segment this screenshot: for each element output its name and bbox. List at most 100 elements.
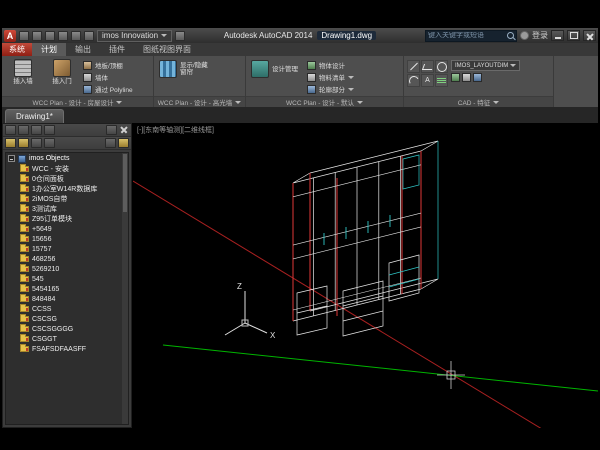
folder-icon bbox=[20, 186, 29, 192]
open-file-icon[interactable] bbox=[32, 31, 42, 41]
search-box[interactable] bbox=[425, 30, 517, 42]
save-icon[interactable] bbox=[45, 31, 55, 41]
via-polyline-button[interactable]: 通过 Polyline bbox=[83, 84, 133, 94]
tree-item[interactable]: 848484 bbox=[6, 294, 128, 304]
curtain-icon bbox=[159, 60, 177, 78]
viewport-controls[interactable]: [-][东南等轴测][二维线框] bbox=[137, 125, 214, 135]
tree-list: WCC - 安装0仓间面板1办公室W14R数据库2iMOS自带3测试库Z95订单… bbox=[6, 164, 128, 354]
app-menu-button[interactable]: A bbox=[4, 30, 16, 42]
undo-icon[interactable] bbox=[71, 31, 81, 41]
tree-root[interactable]: imos Objects bbox=[6, 153, 128, 164]
tree-item[interactable]: 3测试库 bbox=[6, 204, 128, 214]
tree-item[interactable]: 2iMOS自带 bbox=[6, 194, 128, 204]
search-tree-icon[interactable] bbox=[118, 138, 129, 148]
text-tool[interactable]: A bbox=[421, 74, 434, 87]
tree-item[interactable]: 468256 bbox=[6, 254, 128, 264]
sort-icon[interactable] bbox=[105, 138, 116, 148]
panel-caption[interactable]: WCC Plan - 设计 - 高光墙 bbox=[154, 96, 245, 107]
tab-system[interactable]: 系统 bbox=[2, 43, 32, 56]
profile-section-button[interactable]: 轮廓部分 bbox=[307, 84, 354, 94]
bom-button[interactable]: 物料清单 bbox=[307, 72, 354, 82]
tree-item[interactable]: 0仓间面板 bbox=[6, 174, 128, 184]
wall-body-button[interactable]: 墙体 bbox=[83, 72, 133, 82]
line-tool[interactable] bbox=[407, 60, 420, 73]
area-icon[interactable] bbox=[462, 73, 471, 82]
workspace-label: imos Innovation bbox=[102, 31, 158, 40]
palette-new-icon[interactable] bbox=[5, 125, 16, 135]
panel-caption[interactable]: WCC Plan - 设计 - 房屋设计 bbox=[2, 96, 153, 107]
redo-icon[interactable] bbox=[84, 31, 94, 41]
detail-view-icon[interactable] bbox=[31, 138, 42, 148]
crosshair bbox=[437, 361, 465, 389]
minimize-button[interactable] bbox=[551, 30, 564, 41]
search-icon[interactable] bbox=[507, 32, 514, 39]
new-file-icon[interactable] bbox=[19, 31, 29, 41]
panel-caption[interactable]: CAD - 特征 bbox=[404, 96, 553, 107]
floor-ceiling-button[interactable]: 地板/顶棚 bbox=[83, 60, 133, 70]
folder-view-icon[interactable] bbox=[5, 138, 16, 148]
angle-icon[interactable] bbox=[473, 73, 482, 82]
maximize-button[interactable] bbox=[567, 30, 580, 41]
tab-plugins[interactable]: 插件 bbox=[100, 43, 134, 56]
tab-plan[interactable]: 计划 bbox=[32, 43, 66, 56]
insert-wall-button[interactable]: 插入墙 bbox=[5, 58, 41, 85]
workspace-switcher[interactable]: imos Innovation bbox=[97, 30, 172, 42]
dimension-tool[interactable] bbox=[435, 74, 448, 87]
tree-item[interactable]: 1办公室W14R数据库 bbox=[6, 184, 128, 194]
print-icon[interactable] bbox=[58, 31, 68, 41]
search-input[interactable] bbox=[428, 32, 505, 39]
tree-item-label: +5649 bbox=[32, 226, 52, 233]
circle-tool[interactable] bbox=[435, 60, 448, 73]
folder-icon bbox=[20, 246, 29, 252]
tree-item[interactable]: 15656 bbox=[6, 234, 128, 244]
wall-icon bbox=[14, 59, 32, 77]
chevron-down-icon bbox=[348, 76, 354, 79]
tree-item[interactable]: 15757 bbox=[6, 244, 128, 254]
panel-caption[interactable]: WCC Plan - 设计 - 默认 bbox=[246, 96, 403, 107]
doc-tab-drawing1[interactable]: Drawing1* bbox=[5, 109, 64, 123]
profile-section-icon bbox=[307, 85, 316, 94]
tree-item[interactable]: CCSS bbox=[6, 304, 128, 314]
tree-scrollbar[interactable] bbox=[122, 153, 128, 424]
tree-scroll-thumb[interactable] bbox=[123, 154, 127, 212]
palette-close-icon[interactable] bbox=[119, 125, 129, 135]
tab-sheet-view[interactable]: 图纸视图界面 bbox=[134, 43, 200, 56]
object-tree: imos Objects WCC - 安装0仓间面板1办公室W14R数据库2iM… bbox=[5, 152, 129, 425]
tree-item[interactable]: CSCSG bbox=[6, 314, 128, 324]
object-design-icon bbox=[307, 61, 316, 70]
tree-item-label: 15656 bbox=[32, 236, 51, 243]
dim-style-dropdown[interactable]: IMOS_LAYOUTDIM bbox=[451, 60, 520, 71]
list-view-icon[interactable] bbox=[18, 138, 29, 148]
insert-door-button[interactable]: 插入门 bbox=[44, 58, 80, 85]
tree-item[interactable]: FSAFSDFAASFF bbox=[6, 344, 128, 354]
workspace-gear-icon[interactable] bbox=[175, 31, 185, 41]
design-manager-button[interactable]: 设计管理 bbox=[249, 58, 304, 80]
document-tab-bar: Drawing1* bbox=[2, 107, 598, 123]
signin-link[interactable]: 登录 bbox=[532, 30, 548, 41]
user-avatar-icon[interactable] bbox=[520, 31, 529, 40]
palette-open-icon[interactable] bbox=[18, 125, 29, 135]
palette-pin-icon[interactable] bbox=[106, 125, 117, 135]
toggle-curtain-button[interactable]: 显示/隐藏窗帘 bbox=[157, 58, 212, 80]
tree-item[interactable]: 5454165 bbox=[6, 284, 128, 294]
measure-icon[interactable] bbox=[451, 73, 460, 82]
tree-item[interactable]: CSCSGGGG bbox=[6, 324, 128, 334]
arc-tool[interactable] bbox=[407, 74, 420, 87]
tab-output[interactable]: 输出 bbox=[66, 43, 100, 56]
window-title-doc: Drawing1.dwg bbox=[317, 31, 376, 40]
tree-item[interactable]: WCC - 安装 bbox=[6, 164, 128, 174]
tree-item[interactable]: CSGGT bbox=[6, 334, 128, 344]
tree-item[interactable]: Z95订单模块 bbox=[6, 214, 128, 224]
filter-icon[interactable] bbox=[44, 138, 55, 148]
drawing-canvas[interactable]: [-][东南等轴测][二维线框] bbox=[133, 123, 598, 428]
tree-item[interactable]: 5269210 bbox=[6, 264, 128, 274]
tree-item[interactable]: 545 bbox=[6, 274, 128, 284]
close-button[interactable] bbox=[583, 30, 596, 41]
polyline-tool[interactable] bbox=[421, 60, 434, 73]
palette-save-icon[interactable] bbox=[31, 125, 42, 135]
collapse-icon[interactable] bbox=[8, 155, 15, 162]
tree-item-label: 0仓间面板 bbox=[32, 174, 64, 184]
object-design-button[interactable]: 物体设计 bbox=[307, 60, 354, 70]
tree-item[interactable]: +5649 bbox=[6, 224, 128, 234]
palette-refresh-icon[interactable] bbox=[44, 125, 55, 135]
